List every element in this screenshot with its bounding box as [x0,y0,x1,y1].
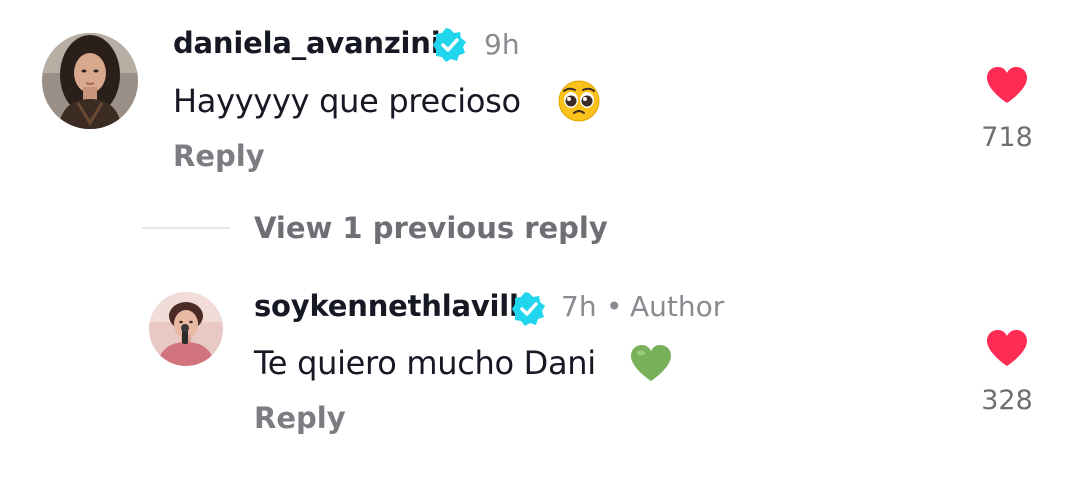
like-count: 328 [981,385,1033,416]
avatar[interactable] [42,33,138,129]
replies-divider [142,227,230,229]
verified-badge-icon [433,28,467,66]
comment-timestamp: 7h [561,290,597,323]
meta-separator: • [606,290,623,323]
comments-panel: daniela_avanzini 9h Hayyyyy que precioso [0,0,1080,488]
comment-timestamp: 9h [484,28,520,61]
reply-button[interactable]: Reply [173,139,265,173]
avatar[interactable] [149,292,223,366]
comment-text: Hayyyyy que precioso [173,82,521,120]
heart-icon[interactable] [986,329,1028,371]
author-label: Author [630,290,725,323]
comment-text: Te quiero mucho Dani [254,344,596,382]
reply-button[interactable]: Reply [254,401,346,435]
comment-username[interactable]: daniela_avanzini [173,26,441,60]
pleading-face-emoji [557,79,601,127]
comment-username[interactable]: soykennethlavill [254,289,519,323]
verified-badge-icon [512,292,546,330]
view-previous-replies-button[interactable]: View 1 previous reply [254,211,608,245]
green-heart-emoji [629,343,673,387]
heart-icon[interactable] [986,66,1028,108]
like-count: 718 [981,122,1033,153]
